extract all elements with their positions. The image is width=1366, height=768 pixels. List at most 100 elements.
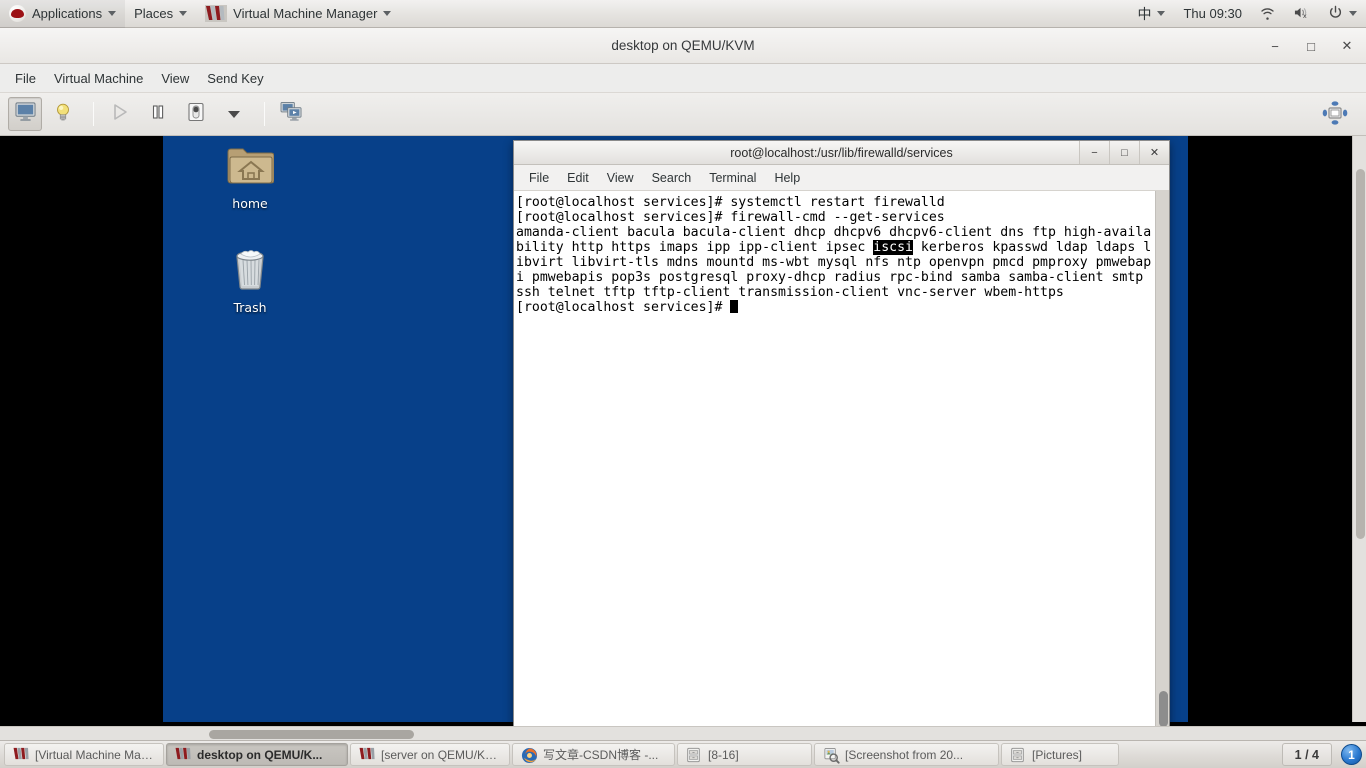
- fullscreen-button[interactable]: [1318, 98, 1352, 132]
- terminal-menu-file[interactable]: File: [520, 168, 558, 188]
- taskbar-item-screenshot[interactable]: [Screenshot from 20...: [814, 743, 999, 766]
- home-folder-icon: [226, 144, 275, 191]
- vmm-app-menu[interactable]: Virtual Machine Manager: [196, 0, 400, 28]
- lightbulb-icon: [52, 101, 74, 128]
- terminal-scrollbar[interactable]: [1155, 191, 1169, 726]
- taskbar-item-firefox[interactable]: 写文章-CSDN博客 -...: [512, 743, 675, 766]
- vm-console-viewport[interactable]: home Trash root@localhost:/usr/lib/firew…: [0, 136, 1366, 726]
- places-menu-label: Places: [134, 6, 174, 21]
- vmm-horizontal-scrollbar[interactable]: [0, 726, 1366, 740]
- desktop-icon-trash[interactable]: Trash: [208, 244, 292, 315]
- input-method-indicator[interactable]: 中: [1128, 0, 1174, 28]
- wifi-icon: [1260, 5, 1275, 23]
- toolbar-separator: [93, 102, 94, 126]
- terminal-menu-search[interactable]: Search: [643, 168, 701, 188]
- menu-view[interactable]: View: [152, 67, 198, 90]
- terminal-body[interactable]: [root@localhost services]# systemctl res…: [514, 191, 1169, 726]
- details-view-button[interactable]: [46, 97, 80, 131]
- minimize-button[interactable]: −: [1266, 37, 1284, 55]
- taskbar-item-pictures[interactable]: [Pictures]: [1001, 743, 1119, 766]
- applications-menu[interactable]: Applications: [0, 0, 126, 28]
- vmm-logo: [13, 747, 29, 763]
- terminal-text: i pmwebapis pop3s postgresql proxy-dhcp …: [516, 270, 1144, 285]
- taskbar-item-vmm[interactable]: [Virtual Machine Man...: [4, 743, 164, 766]
- vm-desktop-background[interactable]: home Trash root@localhost:/usr/lib/firew…: [163, 136, 1188, 726]
- chevron-down-icon: [108, 11, 117, 16]
- pause-icon: [147, 101, 169, 128]
- terminal-text: bility http https imaps ipp ipp-client i…: [516, 240, 874, 255]
- taskbar-item-server-vm[interactable]: [server on QEMU/KV...: [350, 743, 510, 766]
- terminal-line: amanda-client bacula bacula-client dhcp …: [516, 225, 1155, 240]
- menu-file[interactable]: File: [6, 67, 45, 90]
- vmm-horizontal-scrollbar-thumb[interactable]: [209, 730, 414, 739]
- notification-badge[interactable]: 1: [1341, 744, 1362, 765]
- clock[interactable]: Thu 09:30: [1174, 0, 1251, 28]
- vmm-window-controls: − □ ✕: [1266, 28, 1356, 64]
- chevron-down-icon: [179, 11, 188, 16]
- vmm-vertical-scrollbar[interactable]: [1352, 136, 1366, 722]
- system-menu[interactable]: [1319, 0, 1366, 28]
- terminal-cursor: [730, 300, 739, 313]
- vmm-vertical-scrollbar-thumb[interactable]: [1356, 169, 1365, 539]
- terminal-text: amanda-client bacula bacula-client dhcp …: [516, 225, 1152, 240]
- terminal-menu-terminal[interactable]: Terminal: [700, 168, 765, 188]
- terminal-window[interactable]: root@localhost:/usr/lib/firewalld/servic…: [513, 140, 1170, 726]
- redhat-logo-icon: [9, 5, 26, 22]
- terminal-titlebar[interactable]: root@localhost:/usr/lib/firewalld/servic…: [514, 141, 1169, 165]
- chevron-down-icon: [1157, 11, 1166, 16]
- network-indicator[interactable]: [1251, 0, 1284, 28]
- terminal-line: bility http https imaps ipp ipp-client i…: [516, 240, 1155, 255]
- terminal-line: i pmwebapis pop3s postgresql proxy-dhcp …: [516, 270, 1155, 285]
- applications-menu-label: Applications: [32, 6, 103, 21]
- terminal-line: [root@localhost services]#: [516, 300, 1155, 315]
- firefox-icon: [521, 747, 538, 763]
- taskbar-item-label: [server on QEMU/KV...: [381, 747, 501, 762]
- terminal-minimize-button[interactable]: −: [1079, 141, 1109, 164]
- terminal-scrollbar-thumb[interactable]: [1159, 691, 1168, 726]
- terminal-output[interactable]: [root@localhost services]# systemctl res…: [514, 191, 1155, 726]
- taskbar: [Virtual Machine Man... desktop on QEMU/K…: [0, 740, 1366, 768]
- menu-send-key[interactable]: Send Key: [198, 67, 272, 90]
- screenshot-icon: [823, 747, 840, 764]
- terminal-line: [root@localhost services]# systemctl res…: [516, 195, 1155, 210]
- terminal-line: [root@localhost services]# firewall-cmd …: [516, 210, 1155, 225]
- shutdown-button[interactable]: [179, 97, 213, 131]
- vmm-titlebar: desktop on QEMU/KVM − □ ✕: [0, 28, 1366, 64]
- snapshots-button[interactable]: [274, 97, 308, 131]
- taskbar-item-label: [Pictures]: [1032, 747, 1083, 762]
- resize-vm-icon: [1322, 100, 1348, 131]
- input-method-label: 中: [1137, 6, 1152, 23]
- desktop-icon-home[interactable]: home: [208, 144, 292, 211]
- taskbar-item-files-816[interactable]: [8-16]: [677, 743, 812, 766]
- file-manager-icon: [1010, 747, 1026, 763]
- places-menu[interactable]: Places: [125, 0, 196, 28]
- maximize-button[interactable]: □: [1302, 37, 1320, 55]
- vmm-logo: [359, 747, 375, 763]
- terminal-window-title: root@localhost:/usr/lib/firewalld/servic…: [730, 145, 953, 160]
- run-button[interactable]: [103, 97, 137, 131]
- menu-virtual-machine[interactable]: Virtual Machine: [45, 67, 152, 90]
- shutdown-menu-button[interactable]: [217, 97, 251, 131]
- chevron-down-icon: [228, 110, 240, 118]
- terminal-text: [root@localhost services]# firewall-cmd …: [516, 210, 945, 225]
- terminal-maximize-button[interactable]: □: [1109, 141, 1139, 164]
- taskbar-item-desktop-vm[interactable]: desktop on QEMU/K...: [166, 743, 348, 766]
- pause-button[interactable]: [141, 97, 175, 131]
- console-view-button[interactable]: [8, 97, 42, 131]
- terminal-window-controls: − □ ✕: [1079, 141, 1169, 164]
- terminal-close-button[interactable]: ✕: [1139, 141, 1169, 164]
- terminal-menu-edit[interactable]: Edit: [558, 168, 598, 188]
- vmm-window-title: desktop on QEMU/KVM: [611, 38, 755, 53]
- terminal-menu-help[interactable]: Help: [765, 168, 809, 188]
- terminal-line: ssh telnet tftp tftp-client transmission…: [516, 285, 1155, 300]
- toolbar-separator: [264, 102, 265, 126]
- chevron-down-icon: [1349, 11, 1357, 16]
- workspace-indicator[interactable]: 1 / 4: [1281, 743, 1332, 766]
- vmm-app-menu-label: Virtual Machine Manager: [233, 6, 378, 21]
- close-button[interactable]: ✕: [1338, 37, 1356, 55]
- terminal-text: ssh telnet tftp tftp-client transmission…: [516, 285, 1064, 300]
- terminal-menu-view[interactable]: View: [598, 168, 643, 188]
- desktop-icon-label: home: [232, 196, 268, 211]
- power-icon: [1328, 5, 1343, 23]
- volume-indicator[interactable]: x: [1284, 0, 1319, 28]
